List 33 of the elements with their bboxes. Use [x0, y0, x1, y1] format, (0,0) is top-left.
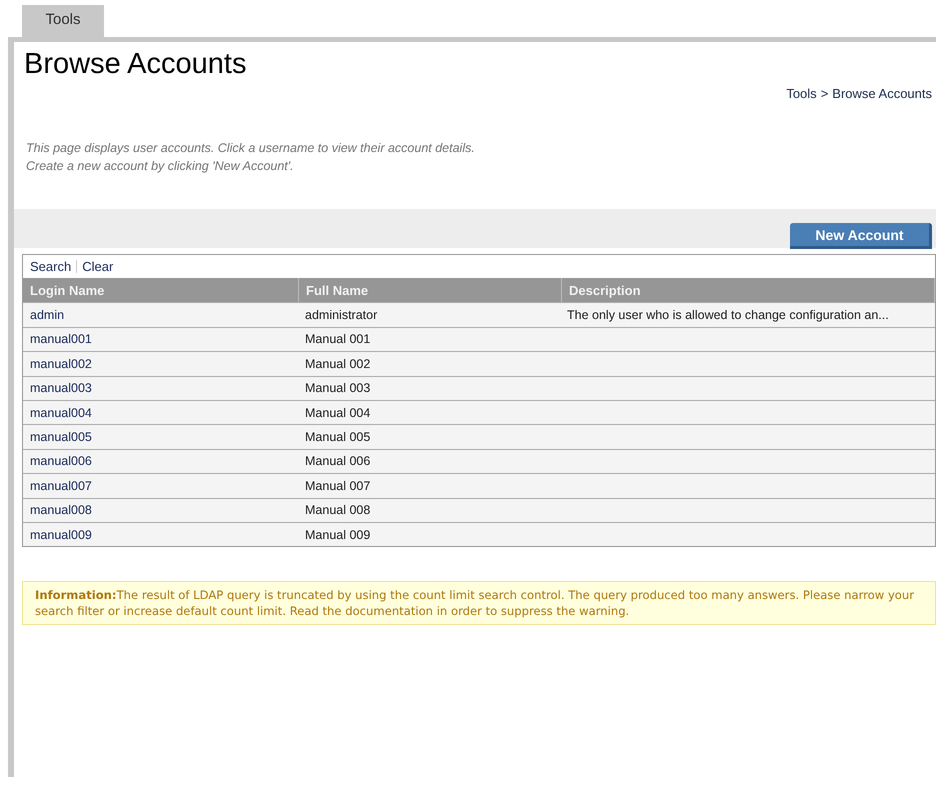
username-link[interactable]: admin	[30, 308, 64, 322]
table-cell: Manual 005	[305, 430, 370, 444]
intro-text: This page displays user accounts. Click a username to view their account details.	[26, 140, 476, 157]
new-account-button[interactable]: New Account	[790, 223, 932, 249]
breadcrumb-link[interactable]: Tools	[786, 86, 817, 101]
username-link[interactable]: manual003	[30, 381, 92, 396]
username-link[interactable]: manual005	[30, 430, 92, 444]
username-link[interactable]: manual008	[30, 503, 92, 518]
username-link[interactable]: manual007	[30, 478, 92, 493]
breadcrumb-link[interactable]: Browse Accounts	[832, 86, 932, 101]
table-cell: The only user who is allowed to change configuration an...	[567, 308, 889, 322]
tab[interactable]: Tools	[22, 5, 104, 37]
table-link[interactable]: Clear	[82, 259, 114, 274]
page-title: Browse Accounts	[24, 48, 246, 82]
table-link[interactable]: Search	[30, 259, 72, 274]
table-cell: Manual 009	[305, 528, 370, 542]
table-cell: Manual 006	[305, 454, 370, 468]
username-link[interactable]: manual001	[30, 332, 92, 346]
table-cell: Manual 008	[305, 503, 370, 518]
username-link[interactable]: manual004	[30, 406, 92, 420]
table-cell: administrator	[305, 308, 378, 322]
table-cell: Manual 007	[305, 478, 370, 493]
username-link[interactable]: manual006	[30, 454, 92, 468]
table-cell: Manual 002	[305, 356, 370, 371]
link-divider	[76, 260, 78, 273]
info-message: Information:The result of LDAP query is truncated by using the count limit search control. The query produced too many answers. Please narrow your search filter or increase default count limit. Read the documentation in order to suppress the warning.	[22, 581, 936, 626]
intro-text: Create a new account by clicking 'New Account'.	[26, 158, 295, 175]
breadcrumb-separator: >	[820, 86, 828, 101]
username-link[interactable]: manual009	[30, 528, 92, 542]
table-cell: Manual 003	[305, 381, 370, 396]
table-cell: Manual 004	[305, 406, 370, 420]
username-link[interactable]: manual002	[30, 356, 92, 371]
table-cell: Manual 001	[305, 332, 370, 346]
